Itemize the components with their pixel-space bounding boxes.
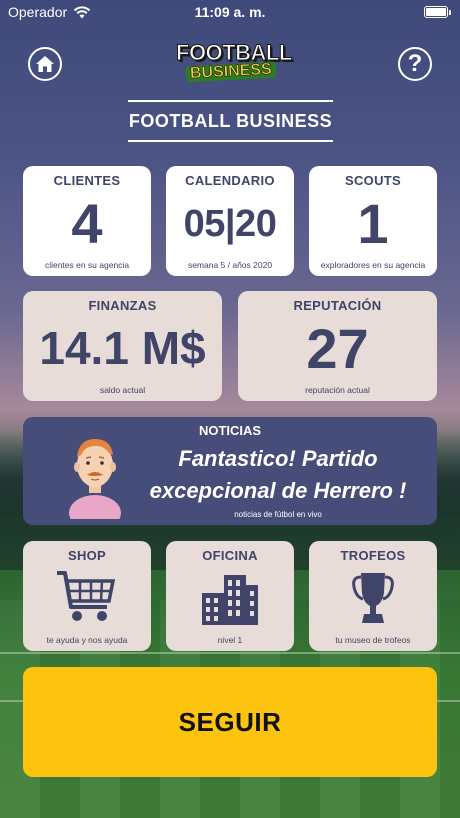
card-value: 4 — [71, 192, 103, 255]
help-icon: ? — [407, 50, 423, 77]
card-value: 14.1 M$ — [39, 322, 206, 374]
calendario-card[interactable]: CALENDARIO 05|20 semana 5 / años 2020 — [166, 166, 294, 276]
card-title: SCOUTS — [345, 173, 401, 188]
page-title-text: FOOTBALL BUSINESS — [128, 110, 333, 131]
reputacion-card[interactable]: REPUTACIÓN 27 reputación actual — [238, 291, 437, 401]
trophy-icon — [352, 573, 394, 623]
page-title: FOOTBALL BUSINESS — [128, 100, 333, 142]
card-title: FINANZAS — [88, 298, 157, 313]
scouts-card[interactable]: SCOUTS 1 exploradores en su agencia — [309, 166, 437, 276]
home-icon — [36, 56, 54, 72]
battery-icon — [424, 6, 448, 18]
news-banner[interactable]: NOTICIAS Fantastico! Partido excepcional… — [23, 417, 437, 525]
logo-line-2: BUSINESS — [185, 61, 277, 82]
finanzas-card[interactable]: FINANZAS 14.1 M$ saldo actual — [23, 291, 222, 401]
card-title: CALENDARIO — [185, 173, 275, 188]
card-subtitle: saldo actual — [99, 385, 146, 395]
reporter-avatar-icon — [69, 439, 121, 519]
trofeos-card[interactable]: TROFEOS tu museo de trofeos — [309, 541, 437, 651]
pitch-line — [0, 652, 460, 654]
card-value: 05|20 — [183, 203, 277, 245]
card-title: CLIENTES — [53, 173, 121, 188]
seguir-button[interactable]: SEGUIR — [23, 667, 437, 777]
card-subtitle: semana 5 / años 2020 — [187, 260, 273, 270]
card-value: 1 — [357, 192, 389, 255]
card-title: SHOP — [67, 548, 107, 563]
building-icon — [202, 575, 258, 625]
clientes-card[interactable]: CLIENTES 4 clientes en su agencia — [23, 166, 151, 276]
card-title: TROFEOS — [340, 548, 406, 563]
card-subtitle: tu museo de trofeos — [335, 635, 411, 645]
app-logo: FOOTBALL BUSINESS — [176, 41, 293, 82]
card-subtitle: nivel 1 — [217, 635, 243, 645]
card-subtitle: te ayuda y nos ayuda — [46, 635, 128, 645]
card-value: 27 — [306, 317, 369, 380]
card-subtitle: exploradores en su agencia — [320, 260, 426, 270]
battery-nub — [449, 10, 451, 15]
card-title: REPUTACIÓN — [293, 298, 382, 313]
card-subtitle: reputación actual — [305, 385, 370, 395]
cart-icon — [57, 571, 116, 621]
news-subtitle: noticias de fútbol en vivo — [234, 510, 322, 519]
card-title: OFICINA — [202, 548, 258, 563]
home-button[interactable] — [28, 47, 62, 81]
status-bar: Operador 11:09 a. m. — [0, 0, 460, 24]
clock-time: 11:09 a. m. — [194, 4, 266, 20]
news-headline: Fantastico! Partido excepcional de Herre… — [149, 446, 407, 503]
shop-card[interactable]: SHOP te ayuda y nos ayuda — [23, 541, 151, 651]
card-subtitle: clientes en su agencia — [44, 260, 130, 270]
help-button[interactable]: ? — [398, 47, 432, 81]
oficina-card[interactable]: OFICINA nivel 1 — [166, 541, 294, 651]
